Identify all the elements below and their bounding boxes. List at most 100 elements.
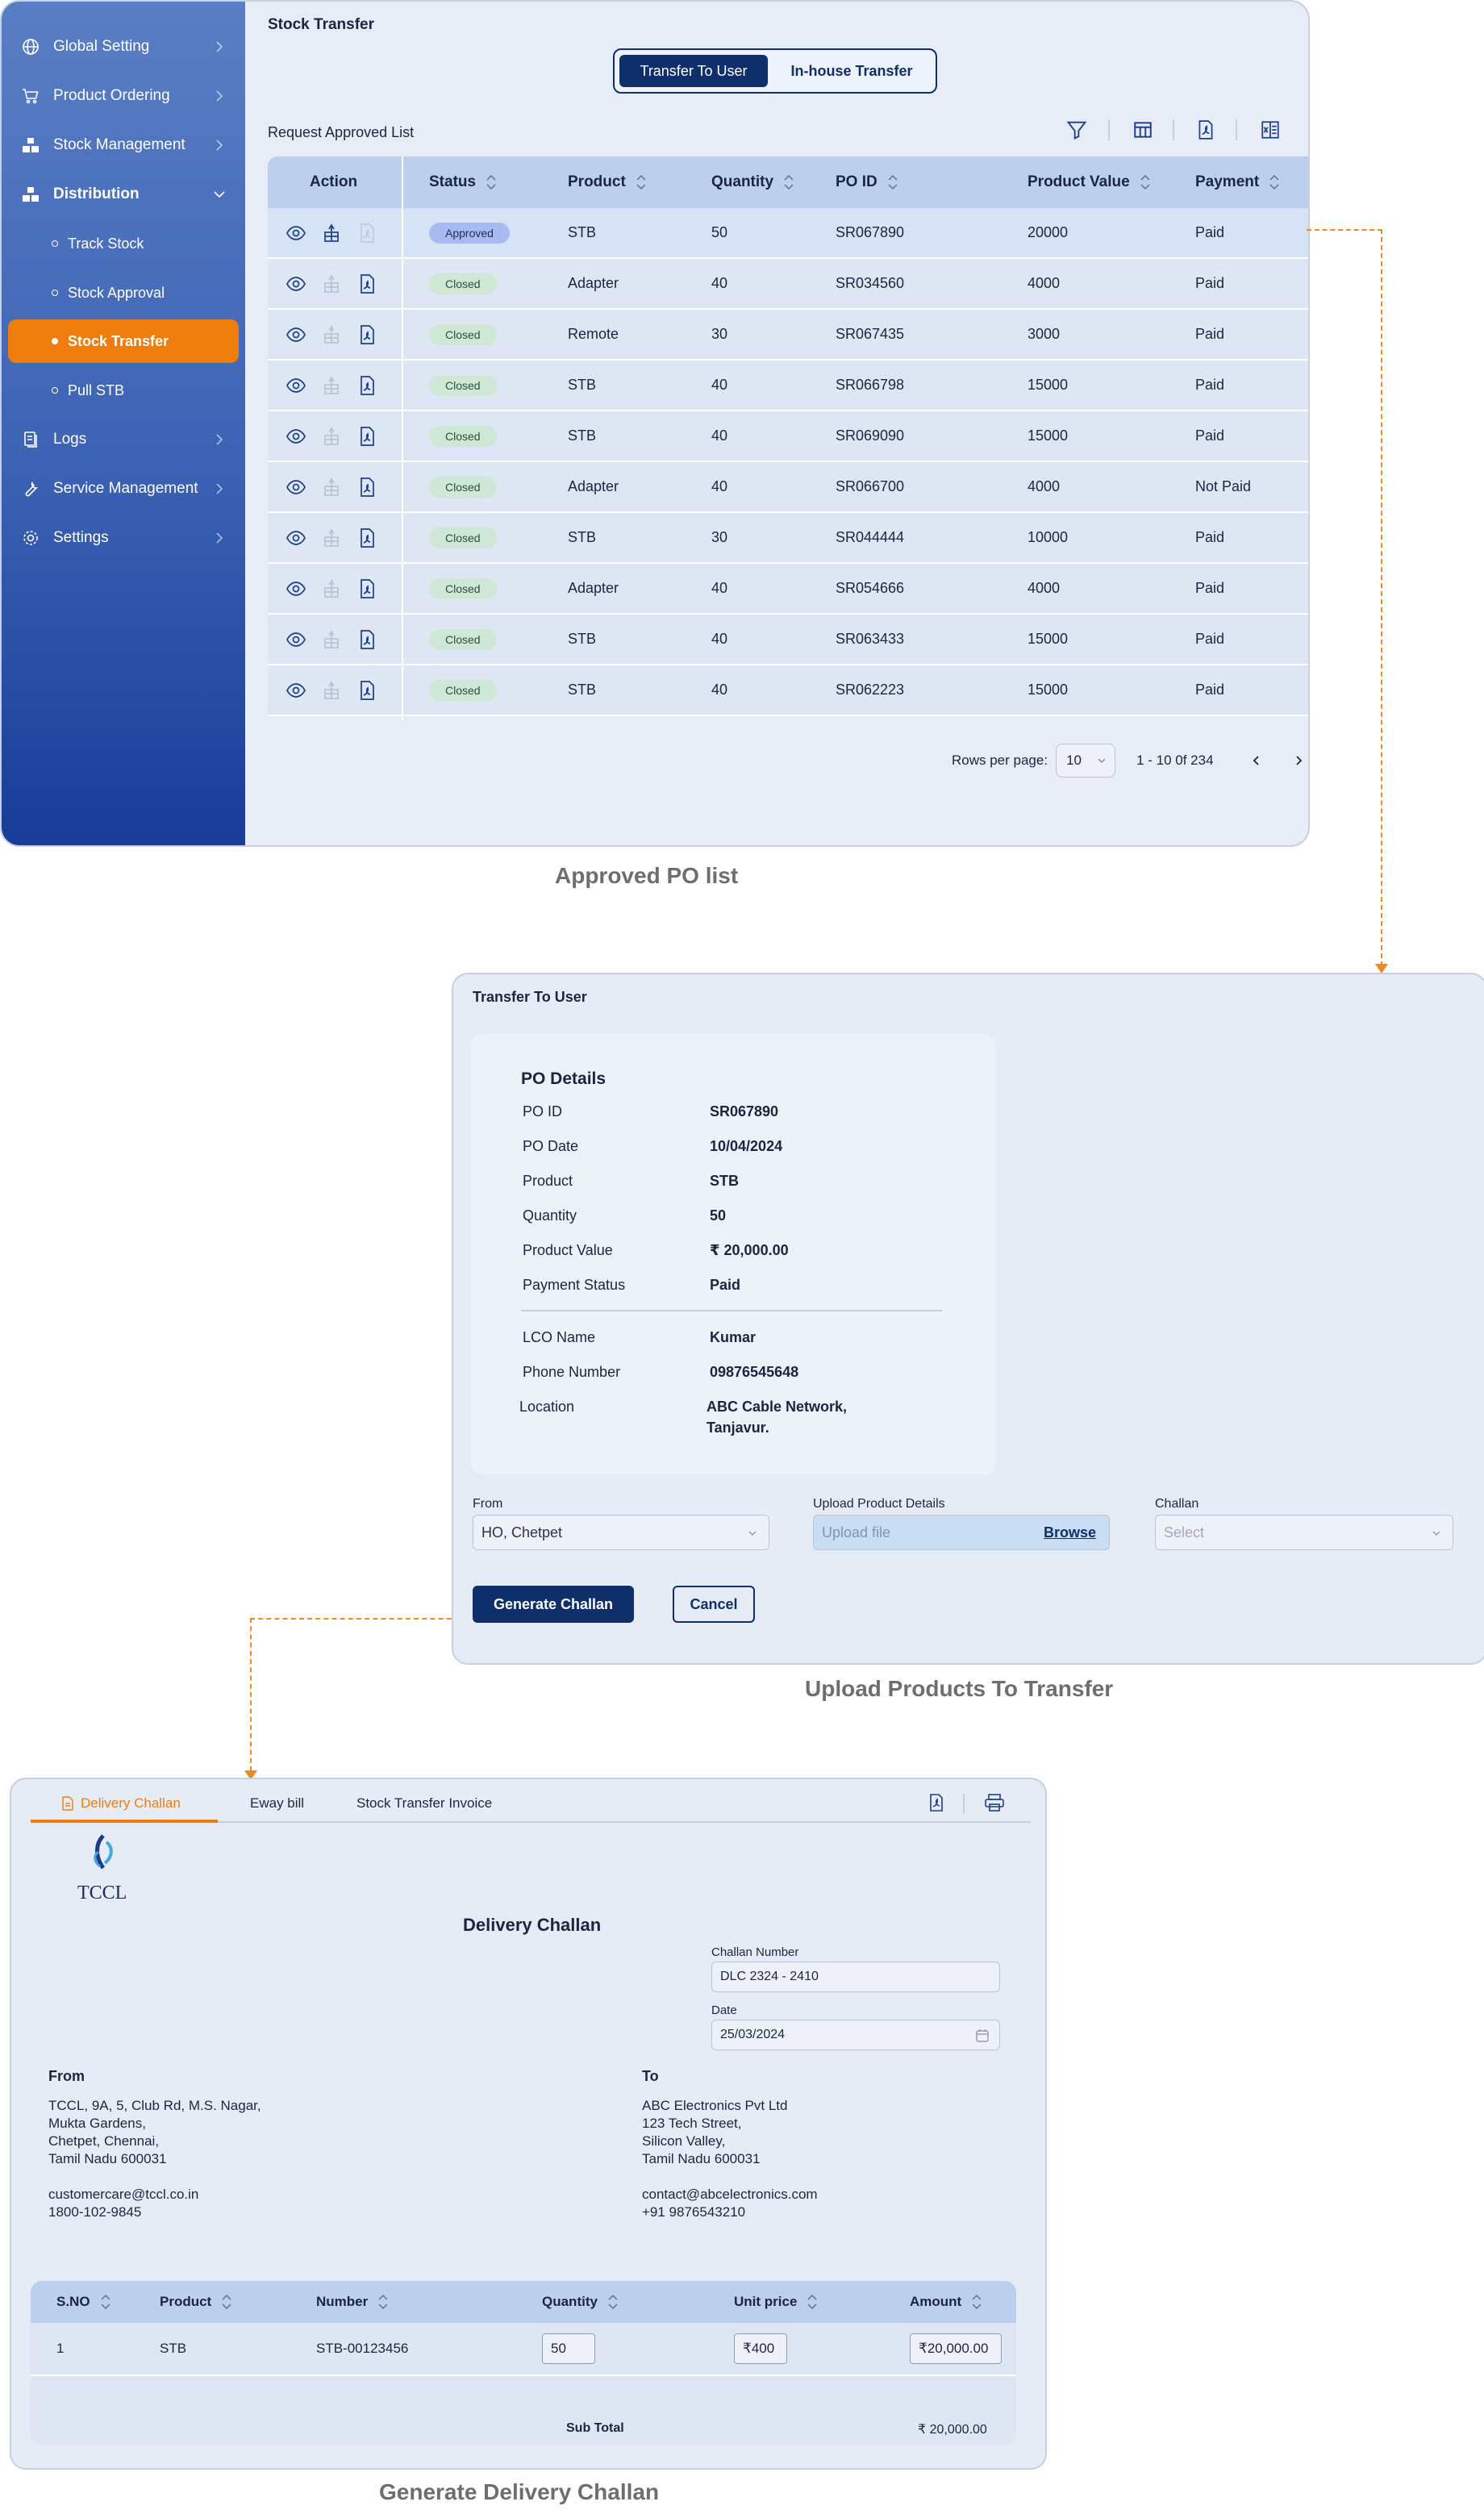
sidebar-item-logs[interactable]: Logs	[19, 420, 237, 459]
pdf-export-icon[interactable]	[923, 1789, 950, 1816]
column-header-quantity[interactable]: Quantity	[711, 156, 794, 208]
columns-icon[interactable]	[1129, 116, 1157, 144]
status-badge: Closed	[429, 628, 497, 650]
quantity-input[interactable]: 50	[542, 2333, 595, 2364]
generate-challan-button[interactable]: Generate Challan	[473, 1586, 634, 1623]
column-header-product[interactable]: Product	[568, 156, 647, 208]
status-badge: Closed	[429, 323, 497, 345]
excel-export-icon[interactable]	[1257, 116, 1284, 144]
chevron-left-icon[interactable]	[1249, 753, 1264, 768]
print-icon[interactable]	[981, 1789, 1008, 1816]
sort-icon[interactable]	[377, 2292, 389, 2312]
status-badge: Closed	[429, 577, 497, 599]
sidebar-item-global-setting[interactable]: Global Setting	[19, 27, 237, 66]
view-icon[interactable]	[286, 477, 306, 498]
sidebar-subitem-stock-approval[interactable]: Stock Approval	[52, 273, 165, 312]
column-header-po-id[interactable]: PO ID	[836, 156, 898, 208]
sort-icon[interactable]	[807, 2292, 818, 2312]
detail-label: Payment Status	[523, 1277, 626, 1293]
browse-link[interactable]: Browse	[1044, 1524, 1096, 1541]
view-icon[interactable]	[286, 527, 306, 548]
sidebar-subitem-track-stock[interactable]: Track Stock	[52, 224, 144, 263]
column-header-unit-price[interactable]: Unit price	[734, 2281, 818, 2323]
chevron-right-icon[interactable]	[1291, 753, 1306, 768]
address-line: TCCL, 9A, 5, Club Rd, M.S. Nagar,	[48, 2098, 261, 2113]
column-header-quantity[interactable]: Quantity	[542, 2281, 619, 2323]
view-icon[interactable]	[286, 680, 306, 701]
sort-icon[interactable]	[783, 173, 794, 192]
pdf-icon[interactable]	[356, 629, 377, 650]
column-header-amount[interactable]: Amount	[910, 2281, 982, 2323]
page-range: 1 - 10 0f 234	[1136, 753, 1214, 768]
unit-price-input[interactable]: ₹400	[734, 2333, 787, 2364]
tab-stock-transfer-invoice[interactable]: Stock Transfer Invoice	[356, 1795, 492, 1812]
sort-icon[interactable]	[1269, 173, 1280, 192]
sort-icon[interactable]	[100, 2292, 111, 2312]
tab-eway-bill[interactable]: Eway bill	[250, 1795, 304, 1812]
sort-icon[interactable]	[887, 173, 898, 192]
upload-file-input[interactable]: Upload file Browse	[813, 1515, 1110, 1550]
sidebar-item-label: Distribution	[53, 186, 140, 202]
pdf-icon[interactable]	[356, 680, 377, 701]
address-line: Chetpet, Chennai,	[48, 2133, 160, 2149]
sidebar-subitem-stock-transfer[interactable]: Stock Transfer	[52, 322, 169, 361]
tab-in-house-transfer[interactable]: In-house Transfer	[773, 55, 931, 87]
rows-per-page-select[interactable]: 10	[1056, 744, 1116, 778]
sidebar-item-distribution[interactable]: Distribution	[19, 175, 237, 214]
cell-product: Adapter	[568, 478, 619, 494]
pdf-icon[interactable]	[356, 324, 377, 345]
cell-product: STB	[568, 224, 597, 240]
sidebar-item-settings[interactable]: Settings	[19, 519, 237, 557]
from-select[interactable]: HO, Chetpet	[473, 1515, 769, 1550]
tab-delivery-challan[interactable]: Delivery Challan	[61, 1795, 181, 1812]
cell-payment: Paid	[1195, 326, 1225, 342]
transfer-icon	[321, 629, 342, 650]
sort-icon[interactable]	[971, 2292, 982, 2312]
sidebar-item-product-ordering[interactable]: Product Ordering	[19, 77, 237, 115]
pdf-icon[interactable]	[356, 578, 377, 599]
challan-select[interactable]: Select	[1155, 1515, 1453, 1550]
pdf-icon[interactable]	[356, 527, 377, 548]
column-header-number[interactable]: Number	[316, 2281, 389, 2323]
sort-icon[interactable]	[636, 173, 647, 192]
sort-icon[interactable]	[221, 2292, 232, 2312]
view-icon[interactable]	[286, 223, 306, 244]
view-icon[interactable]	[286, 375, 306, 396]
column-header-payment[interactable]: Payment	[1195, 156, 1280, 208]
delivery-challan-panel: Delivery Challan Eway bill Stock Transfe…	[10, 1778, 1047, 2470]
transfer-icon[interactable]	[321, 223, 342, 244]
sort-icon[interactable]	[486, 173, 497, 192]
pdf-icon[interactable]	[356, 477, 377, 498]
tab-transfer-to-user[interactable]: Transfer To User	[619, 55, 768, 87]
filter-icon[interactable]	[1063, 116, 1090, 144]
to-address: ABC Electronics Pvt Ltd 123 Tech Street,…	[642, 2097, 818, 2221]
view-icon[interactable]	[286, 426, 306, 447]
transfer-icon	[321, 426, 342, 447]
sort-icon[interactable]	[607, 2292, 619, 2312]
column-header-product[interactable]: Product	[160, 2281, 232, 2323]
column-header-sno[interactable]: S.NO	[56, 2281, 111, 2323]
transfer-icon	[321, 680, 342, 701]
pdf-icon[interactable]	[356, 426, 377, 447]
cancel-button[interactable]: Cancel	[673, 1586, 755, 1623]
pdf-export-icon[interactable]	[1192, 116, 1219, 144]
sidebar-item-stock-management[interactable]: Stock Management	[19, 126, 237, 165]
sort-icon[interactable]	[1140, 173, 1151, 192]
sidebar-subitem-pull-stb[interactable]: Pull STB	[52, 371, 124, 410]
view-icon[interactable]	[286, 578, 306, 599]
amount-input[interactable]: ₹20,000.00	[910, 2333, 1002, 2364]
date-input[interactable]: 25/03/2024	[711, 2020, 1000, 2050]
cell-po-id: SR069090	[836, 427, 905, 444]
view-icon[interactable]	[286, 324, 306, 345]
detail-label: PO ID	[523, 1103, 563, 1119]
pdf-icon[interactable]	[356, 375, 377, 396]
column-header-product-value[interactable]: Product Value	[1028, 156, 1151, 208]
pdf-icon[interactable]	[356, 273, 377, 294]
sidebar-item-label: Product Ordering	[53, 87, 170, 104]
view-icon[interactable]	[286, 629, 306, 650]
challan-number-input[interactable]: DLC 2324 - 2410	[711, 1962, 1000, 1992]
view-icon[interactable]	[286, 273, 306, 294]
column-header-status[interactable]: Status	[429, 156, 497, 208]
sidebar-item-service-management[interactable]: Service Management	[19, 469, 237, 508]
calendar-icon[interactable]	[975, 2028, 990, 2043]
